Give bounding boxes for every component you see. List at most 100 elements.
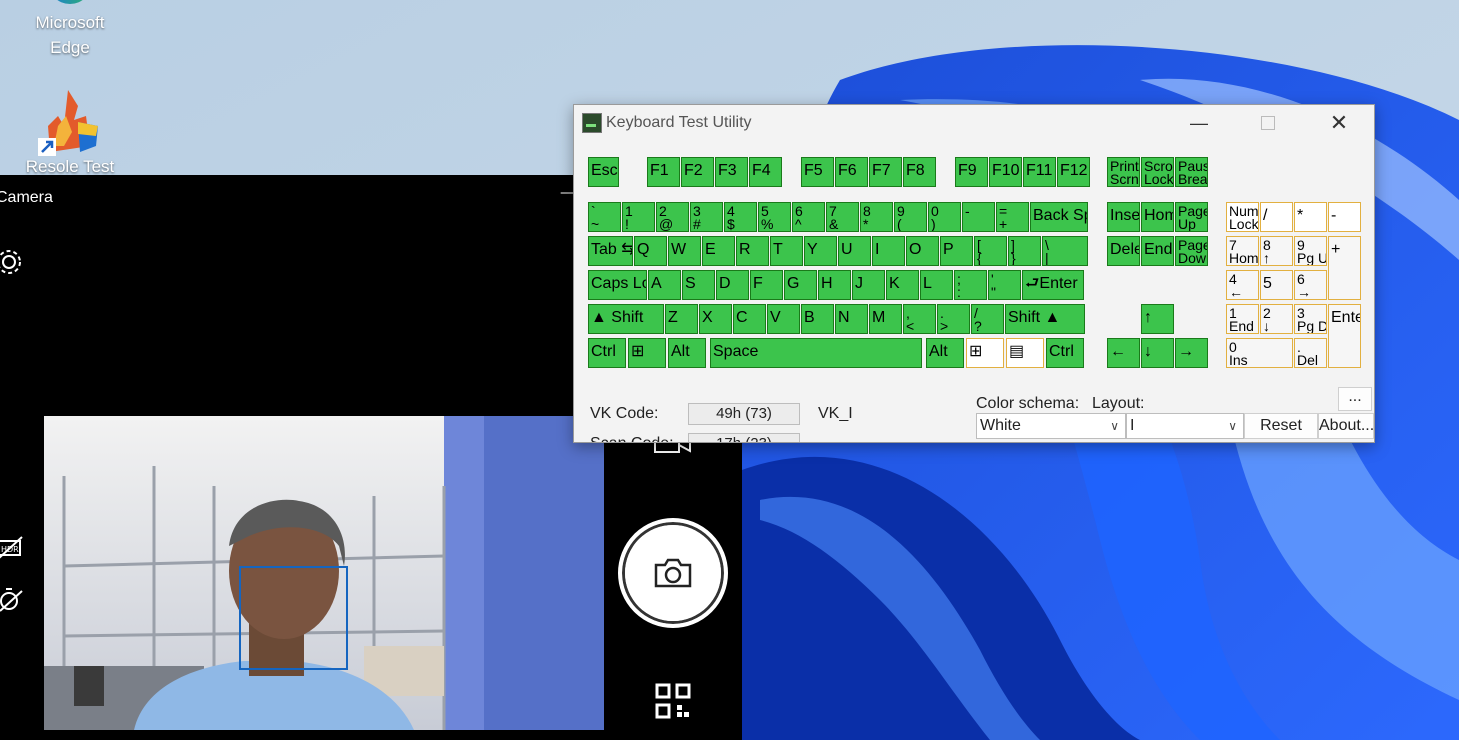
key: F7 [869, 157, 902, 187]
key: A [648, 270, 681, 300]
camera-preview [44, 416, 604, 730]
key: . > [937, 304, 970, 334]
key: 2 ↓ [1260, 304, 1293, 334]
key: G [784, 270, 817, 300]
key: F6 [835, 157, 868, 187]
key: Alt [668, 338, 706, 368]
scan-code-value: 17h (23) [688, 433, 800, 442]
key: D [716, 270, 749, 300]
maximize-button[interactable] [1245, 105, 1291, 141]
vk-code-label: VK Code: [590, 405, 659, 422]
hdr-off-icon[interactable]: HDR [0, 535, 24, 567]
qr-code-icon[interactable] [655, 683, 691, 723]
key: 2 @ [656, 202, 689, 232]
key: 6 → [1294, 270, 1327, 300]
key: Ctrl [588, 338, 626, 368]
key: B [801, 304, 834, 334]
key: / ? [971, 304, 1004, 334]
about-button[interactable]: About... [1318, 413, 1374, 439]
key: F11 [1023, 157, 1056, 187]
key: V [767, 304, 800, 334]
key: Tab ⇆ [588, 236, 633, 266]
key: 5 [1260, 270, 1293, 300]
timer-off-icon[interactable] [0, 585, 24, 617]
title-bar[interactable]: Keyboard Test Utility — ✕ [574, 105, 1374, 141]
key: T [770, 236, 803, 266]
face-detection-box [239, 566, 348, 670]
key: Esc [588, 157, 619, 187]
reset-button[interactable]: Reset [1244, 413, 1318, 439]
key: ⮐Enter [1022, 270, 1084, 300]
key: [ { [974, 236, 1007, 266]
key: + [1328, 236, 1361, 300]
key: / [1260, 202, 1293, 232]
key: ↑ [1141, 304, 1174, 334]
camera-icon [654, 558, 692, 588]
key: 8 * [860, 202, 893, 232]
key: Enter [1328, 304, 1361, 368]
key: ⊞ [628, 338, 666, 368]
status-panel: VK Code: 49h (73) VK_I Scan Code: 17h (2… [574, 387, 1374, 442]
window-title: Keyboard Test Utility [606, 114, 752, 131]
key: Space [710, 338, 922, 368]
desktop-icon-resole-test[interactable]: Resole Test [20, 86, 120, 179]
key: F8 [903, 157, 936, 187]
key: ` ~ [588, 202, 621, 232]
key: Page Down [1175, 236, 1208, 266]
key: M [869, 304, 902, 334]
camera-minimize-button[interactable]: — [560, 185, 574, 201]
key: F5 [801, 157, 834, 187]
key: Ctrl [1046, 338, 1084, 368]
key: I [872, 236, 905, 266]
desktop-icon-label: Edge [50, 38, 90, 57]
key: Print Scrn [1107, 157, 1140, 187]
key: 5 % [758, 202, 791, 232]
key: 1 End [1226, 304, 1259, 334]
key: 4 ← [1226, 270, 1259, 300]
vk-code-value: 49h (73) [688, 403, 800, 425]
desktop-icon-label: Microsoft [35, 13, 105, 32]
layout-select[interactable]: I ∨ [1126, 413, 1244, 439]
key: = + [996, 202, 1029, 232]
color-schema-select[interactable]: White ∨ [976, 413, 1126, 439]
key: R [736, 236, 769, 266]
key: ; : [954, 270, 987, 300]
layout-label: Layout: [1092, 395, 1145, 412]
key: S [682, 270, 715, 300]
keyboard-test-utility-window: Keyboard Test Utility — ✕ Esc F1 F2 F3 F4 F5 F… [573, 104, 1375, 443]
key: C [733, 304, 766, 334]
key: ▤ [1006, 338, 1044, 368]
key: Delete [1107, 236, 1140, 266]
key: J [852, 270, 885, 300]
key: ' " [988, 270, 1021, 300]
camera-settings-icon[interactable] [0, 247, 24, 281]
key: U [838, 236, 871, 266]
key: N [835, 304, 868, 334]
minimize-button[interactable]: — [1176, 105, 1222, 141]
key: L [920, 270, 953, 300]
key: End [1141, 236, 1174, 266]
layout-value: I [1130, 417, 1135, 434]
key: F12 [1057, 157, 1090, 187]
close-button[interactable]: ✕ [1316, 105, 1362, 141]
key: - _ [962, 202, 995, 232]
key: Q [634, 236, 667, 266]
desktop-icon-edge[interactable]: Microsoft Edge [20, 10, 120, 60]
key: 3 # [690, 202, 723, 232]
key: Insert [1107, 202, 1140, 232]
key: 9 ( [894, 202, 927, 232]
key: - [1328, 202, 1361, 232]
color-schema-label: Color schema: [976, 395, 1080, 412]
key: 7 & [826, 202, 859, 232]
key: Pause Break [1175, 157, 1208, 187]
key: \ | [1042, 236, 1088, 266]
capture-photo-button[interactable] [618, 518, 728, 628]
key: Home [1141, 202, 1174, 232]
key: , < [903, 304, 936, 334]
key: Num Lock [1226, 202, 1259, 232]
chevron-down-icon: ∨ [1110, 419, 1119, 433]
more-button[interactable]: ... [1338, 387, 1372, 411]
key: ] } [1008, 236, 1041, 266]
key: F1 [647, 157, 680, 187]
key: W [668, 236, 701, 266]
